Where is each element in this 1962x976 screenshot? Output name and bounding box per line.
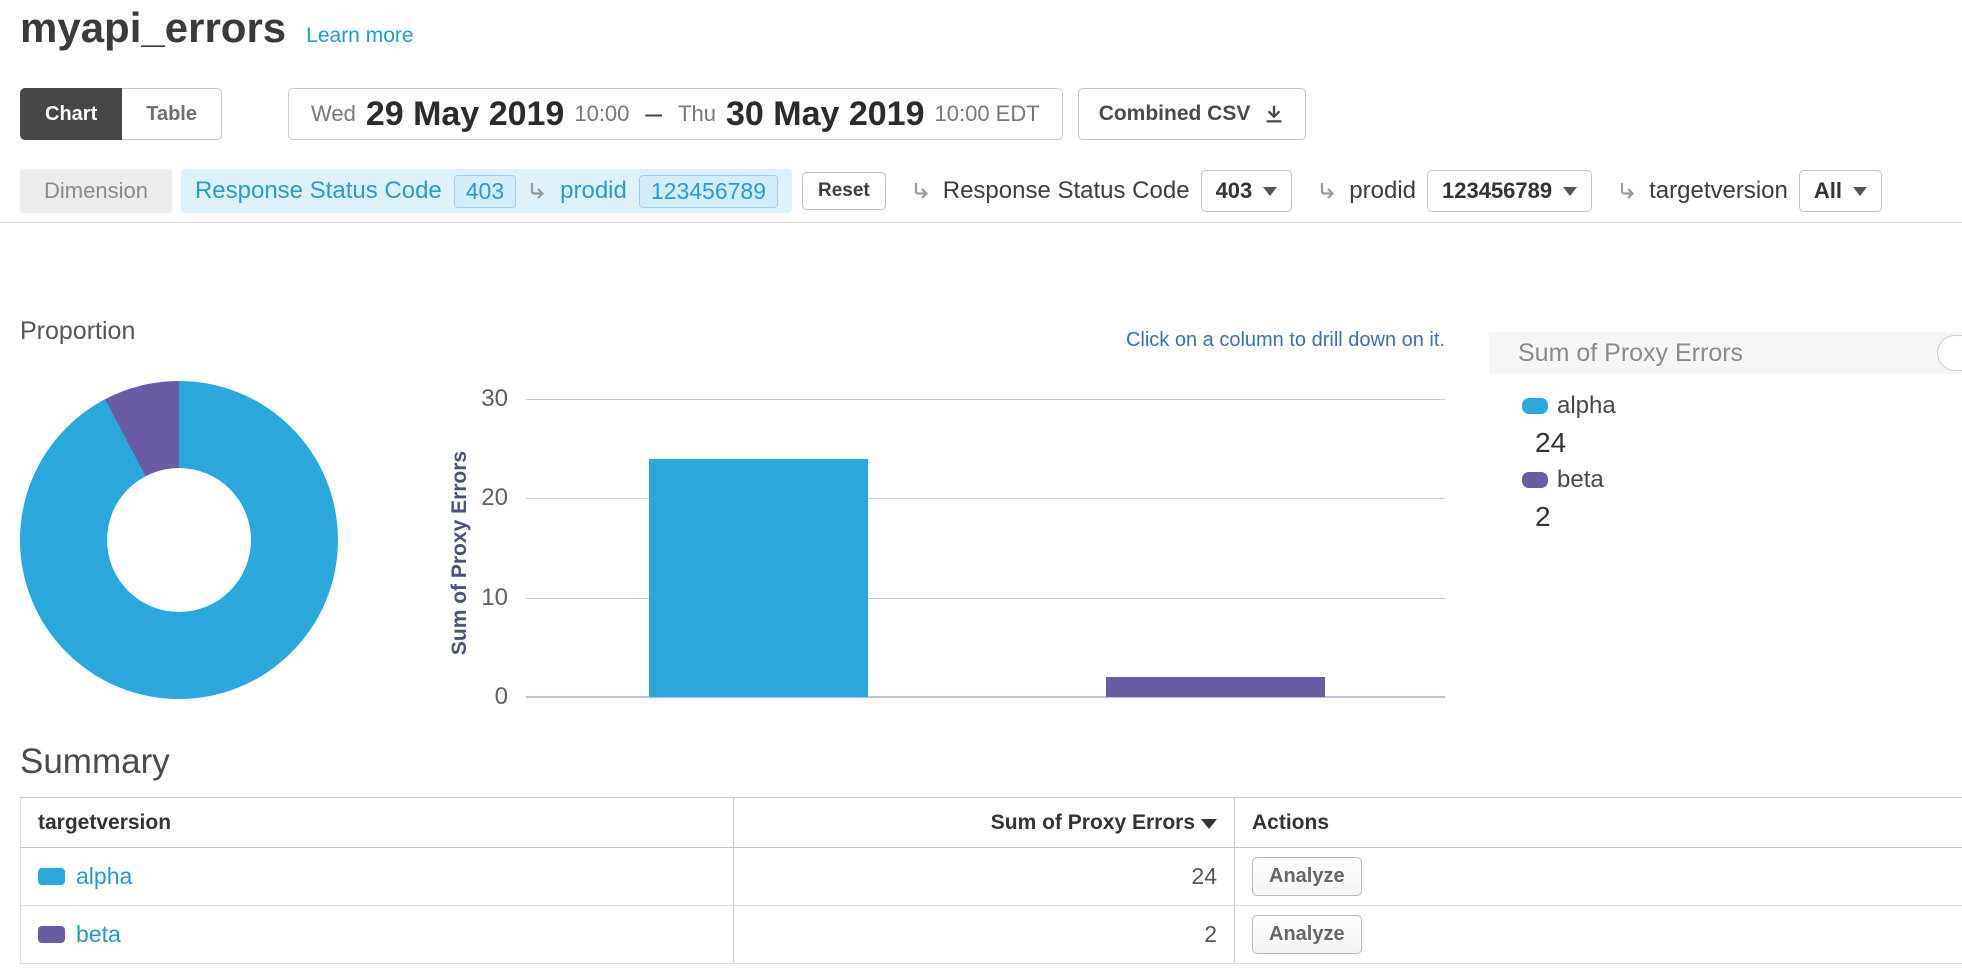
filter-targetversion: targetversion All — [1618, 170, 1882, 212]
filter-prodid: prodid 123456789 — [1318, 170, 1592, 212]
end-time: 10:00 EDT — [935, 101, 1040, 127]
alpha-link[interactable]: alpha — [76, 863, 132, 890]
learn-more-link[interactable]: Learn more — [306, 24, 413, 48]
legend-header: Sum of Proxy Errors — [1489, 332, 1962, 374]
table-row-alpha: alpha 24 Analyze — [21, 848, 1962, 906]
legend-items: alpha 24 beta 2 — [1489, 374, 1962, 538]
summary-section: Summary targetversion Sum of Proxy Error… — [0, 740, 1962, 964]
analyze-button-alpha[interactable]: Analyze — [1252, 857, 1362, 896]
drilldown-hint: Click on a column to drill down on it. — [1126, 329, 1445, 352]
combined-csv-label: Combined CSV — [1099, 102, 1251, 126]
breadcrumb-dimension-value[interactable]: 403 — [454, 175, 516, 208]
alpha-value: 24 — [734, 848, 1235, 906]
chevron-down-icon — [1563, 187, 1577, 196]
drilldown-arrow-icon — [1318, 181, 1338, 201]
filter-response-status-code: Response Status Code 403 — [912, 170, 1293, 212]
dimension-bar: Dimension Response Status Code 403 prodi… — [20, 168, 1882, 214]
selected-value: 403 — [1216, 178, 1253, 204]
legend-label: beta — [1557, 466, 1604, 494]
selected-value: 123456789 — [1442, 178, 1552, 204]
legend-title: Sum of Proxy Errors — [1518, 339, 1743, 368]
alpha-color-swatch — [1522, 398, 1548, 414]
column-header-targetversion: targetversion — [21, 798, 734, 848]
legend-value: 24 — [1522, 422, 1962, 464]
toolbar: Chart Table Wed 29 May 2019 10:00 – Thu … — [20, 88, 1306, 140]
chevron-down-icon — [1853, 187, 1867, 196]
filter-name: targetversion — [1649, 177, 1788, 205]
filter-name: Response Status Code — [943, 177, 1190, 205]
start-day: Wed — [311, 101, 356, 127]
page-header: myapi_errors Learn more — [20, 4, 414, 52]
page-title: myapi_errors — [20, 4, 286, 52]
legend-item-beta: beta — [1522, 464, 1962, 496]
chevron-down-icon — [1263, 187, 1277, 196]
prodid-select[interactable]: 123456789 — [1427, 170, 1592, 212]
end-day: Thu — [678, 101, 716, 127]
drilldown-arrow-icon — [912, 181, 932, 201]
reset-button[interactable]: Reset — [802, 172, 886, 210]
date-range-picker[interactable]: Wed 29 May 2019 10:00 – Thu 30 May 2019 … — [288, 88, 1063, 140]
legend-panel: Sum of Proxy Errors alpha 24 beta 2 — [1489, 332, 1962, 538]
donut-hole — [107, 468, 251, 612]
summary-heading: Summary — [20, 742, 1962, 782]
date-range-separator: – — [645, 97, 662, 131]
y-tick-label: 0 — [420, 683, 508, 711]
breadcrumb-dimension-name[interactable]: prodid — [560, 177, 627, 205]
breadcrumb-dimension-name[interactable]: Response Status Code — [195, 177, 442, 205]
column-header-actions: Actions — [1235, 798, 1962, 848]
filter-name: prodid — [1349, 177, 1416, 205]
y-tick-label: 20 — [420, 484, 508, 512]
analyze-button-beta[interactable]: Analyze — [1252, 915, 1362, 954]
chart-bar-alpha[interactable] — [649, 459, 868, 697]
chart-bar-beta[interactable] — [1106, 677, 1325, 697]
report-page: myapi_errors Learn more Chart Table Wed … — [0, 0, 1962, 976]
start-time: 10:00 — [574, 101, 629, 127]
proportion-label: Proportion — [20, 317, 135, 346]
combined-csv-button[interactable]: Combined CSV — [1078, 88, 1307, 140]
response-status-code-select[interactable]: 403 — [1201, 170, 1293, 212]
bar-chart-plot-area — [526, 399, 1445, 697]
alpha-color-swatch — [38, 868, 65, 885]
table-view-button[interactable]: Table — [122, 88, 222, 140]
dimension-label: Dimension — [20, 169, 172, 213]
legend-value: 2 — [1522, 496, 1962, 538]
start-date: 29 May 2019 — [366, 95, 565, 134]
drilldown-breadcrumb: Response Status Code 403 prodid 12345678… — [181, 169, 792, 213]
table-row-beta: beta 2 Analyze — [21, 906, 1962, 964]
beta-color-swatch — [38, 926, 65, 943]
y-tick-label: 30 — [420, 385, 508, 413]
beta-link[interactable]: beta — [76, 921, 121, 948]
y-axis-label: Sum of Proxy Errors — [448, 451, 472, 655]
column-header-sum-of-proxy-errors[interactable]: Sum of Proxy Errors — [734, 798, 1235, 848]
legend-collapse-button[interactable] — [1937, 335, 1962, 371]
chart-section: Proportion Sum of Proxy Errors 30 20 10 … — [0, 223, 1962, 740]
drilldown-arrow-icon — [1618, 181, 1638, 201]
end-date: 30 May 2019 — [726, 95, 925, 134]
beta-color-swatch — [1522, 472, 1548, 488]
breadcrumb-dimension-value[interactable]: 123456789 — [639, 175, 778, 208]
view-toggle: Chart Table — [20, 88, 222, 140]
legend-item-alpha: alpha — [1522, 390, 1962, 422]
summary-table: targetversion Sum of Proxy Errors Action… — [20, 797, 1962, 964]
gridline — [526, 399, 1445, 400]
legend-label: alpha — [1557, 392, 1616, 420]
selected-value: All — [1814, 178, 1842, 204]
chart-view-button[interactable]: Chart — [20, 88, 122, 140]
table-header-row: targetversion Sum of Proxy Errors Action… — [21, 798, 1962, 848]
drilldown-arrow-icon — [528, 181, 548, 201]
y-tick-label: 10 — [420, 584, 508, 612]
donut-chart — [20, 381, 338, 699]
sort-desc-icon — [1201, 819, 1217, 829]
download-icon — [1263, 103, 1285, 125]
targetversion-select[interactable]: All — [1799, 170, 1882, 212]
beta-value: 2 — [734, 906, 1235, 964]
